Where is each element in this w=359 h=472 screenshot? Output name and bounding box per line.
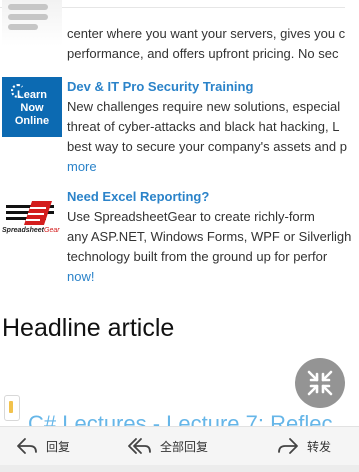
- ad-text-line: center where you want your servers, give…: [67, 26, 346, 41]
- logo-wordmark: SpreadsheetGear: [2, 227, 60, 234]
- ad-text-line: threat of cyber-attacks and black hat ha…: [67, 119, 340, 134]
- forward-label: 转发: [307, 439, 332, 454]
- forward-icon: [278, 438, 298, 454]
- logo-text: Learn: [17, 89, 47, 101]
- collapse-arrows-icon: [307, 370, 333, 396]
- logo-text: Online: [14, 115, 50, 127]
- ad-now-link[interactable]: now!: [67, 267, 359, 287]
- spreadsheetgear-logo[interactable]: SpreadsheetGear: [2, 199, 62, 239]
- reply-all-label: 全部回复: [160, 439, 209, 454]
- ad-text-line: Use SpreadsheetGear to create richly-for…: [67, 209, 315, 224]
- ad-title-link[interactable]: Dev & IT Pro Security Training: [67, 77, 359, 97]
- bottom-edge: [0, 465, 359, 472]
- reply-all-icon: [128, 438, 151, 454]
- logo-text: Now: [20, 102, 44, 114]
- ad-more-link[interactable]: more: [67, 157, 359, 177]
- reply-all-button[interactable]: 全部回复: [128, 427, 208, 465]
- headline-heading: Headline article: [2, 314, 175, 342]
- mail-action-bar: 回复 全部回复 转发: [0, 426, 359, 465]
- ad-text-line: best way to secure your company's assets…: [67, 139, 347, 154]
- reply-button[interactable]: 回复: [16, 427, 70, 465]
- server-image: [2, 0, 62, 46]
- side-drawer-handle[interactable]: [4, 395, 20, 421]
- ad-text-line: any ASP.NET, Windows Forms, WPF or Silve…: [67, 229, 352, 244]
- ad-text-line: New challenges require new solutions, es…: [67, 99, 341, 114]
- spreadsheetgear-mark-icon: [6, 201, 54, 225]
- collapse-button[interactable]: [295, 358, 345, 408]
- reply-icon: [17, 438, 37, 454]
- ad-title-link[interactable]: Need Excel Reporting?: [67, 187, 359, 207]
- ad-text-line: technology built from the ground up for …: [67, 249, 328, 264]
- reply-label: 回复: [46, 439, 71, 454]
- ad-text-line: performance, and offers upfront pricing.…: [67, 46, 339, 61]
- learn-now-online-logo[interactable]: Learn Now Online: [2, 77, 62, 137]
- forward-button[interactable]: 转发: [277, 427, 331, 465]
